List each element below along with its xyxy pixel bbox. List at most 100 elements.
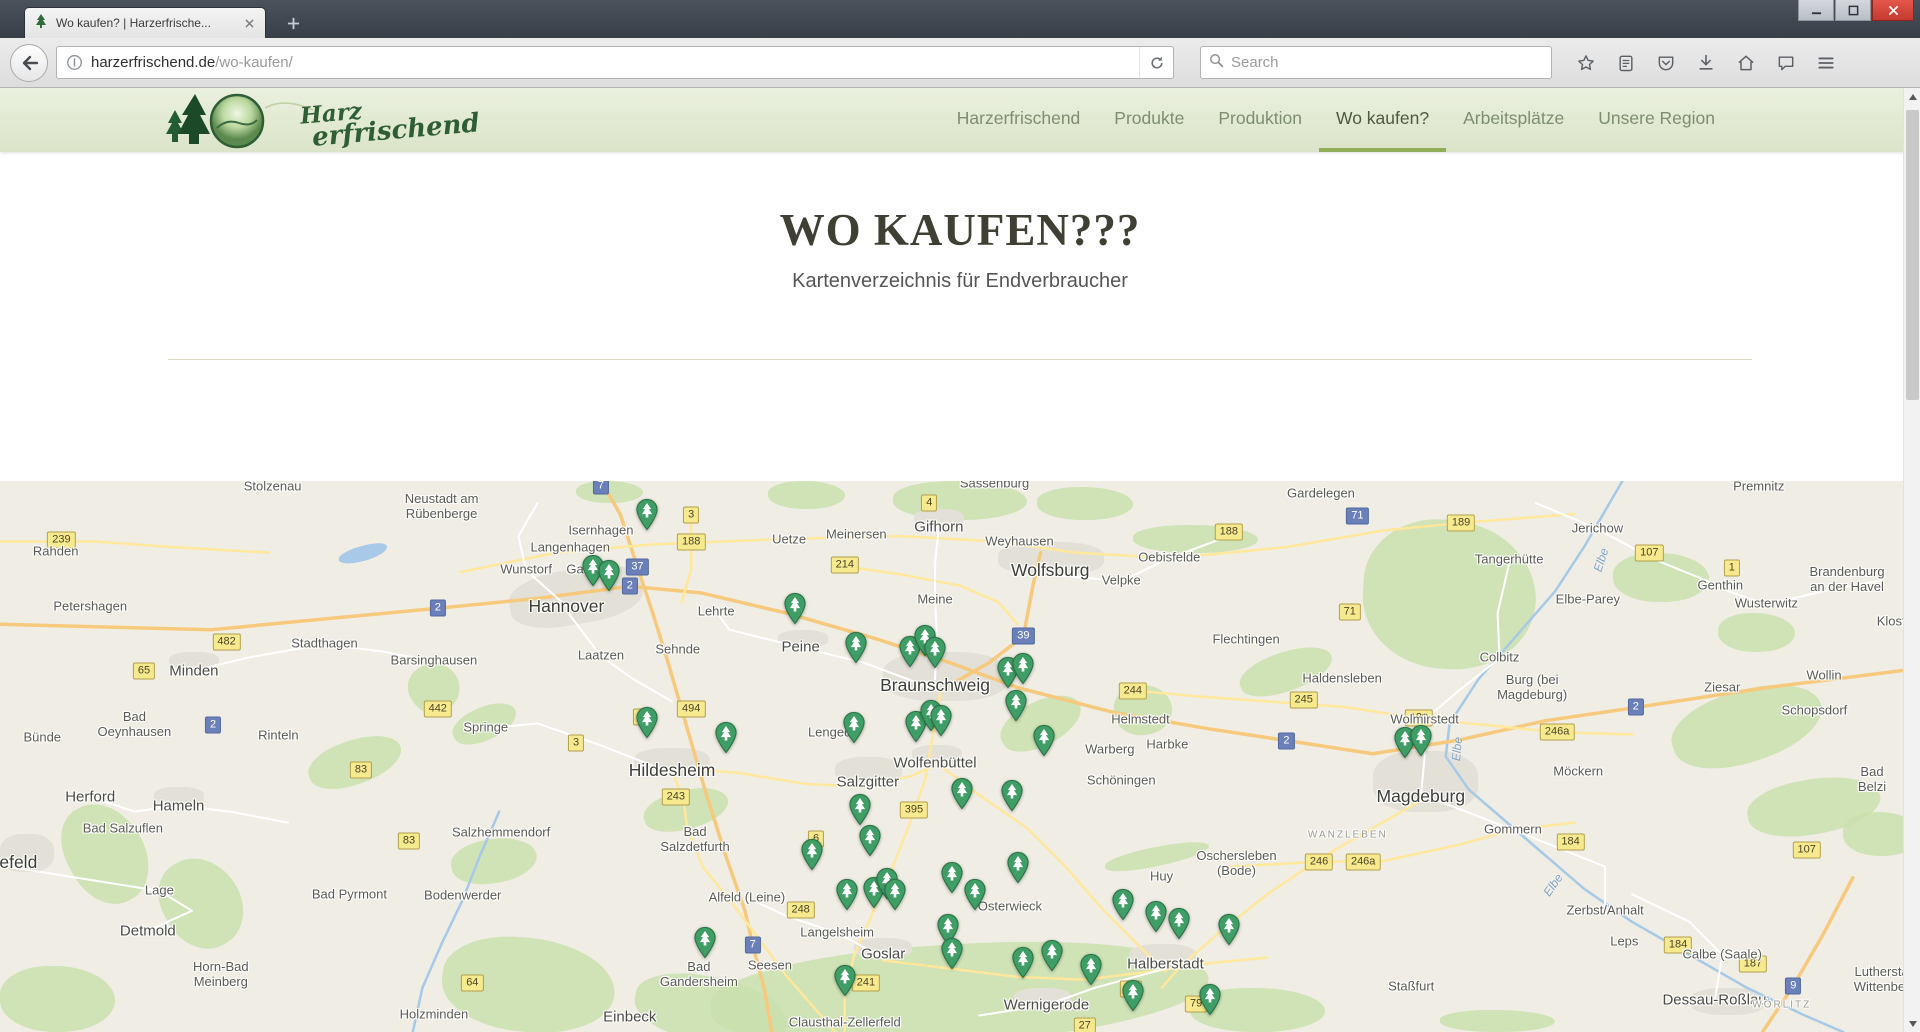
map-marker-pin[interactable] (1033, 724, 1056, 761)
road-badge: 39 (1012, 628, 1034, 645)
map-marker-pin[interactable] (597, 560, 620, 597)
map-marker-pin[interactable] (636, 499, 659, 536)
map-marker-pin[interactable] (835, 878, 858, 915)
scrollbar-up-icon[interactable] (1904, 88, 1920, 105)
road-badge: 244 (1119, 683, 1147, 700)
url-bar[interactable]: harzerfrischend.de/wo-kaufen/ (56, 46, 1174, 79)
search-bar[interactable]: Search (1200, 46, 1552, 79)
search-placeholder: Search (1231, 54, 1279, 71)
map-marker-pin[interactable] (1079, 953, 1102, 990)
map-city-label: Oebisfelde (1138, 551, 1200, 566)
map-marker-pin[interactable] (1000, 779, 1023, 816)
map-city-label: Calbe (Saale) (1682, 947, 1762, 962)
map-marker-pin[interactable] (1112, 888, 1135, 925)
window-minimize-button[interactable] (1798, 0, 1834, 21)
map-marker-pin[interactable] (1012, 947, 1035, 984)
map-marker-pin[interactable] (858, 824, 881, 861)
bookmarks-menu-icon[interactable] (1606, 44, 1646, 82)
browser-tab[interactable]: Wo kaufen? | Harzerfrische... (24, 7, 266, 38)
home-icon[interactable] (1726, 44, 1766, 82)
map-marker-pin[interactable] (1144, 900, 1167, 937)
map-city-label: Flechtingen (1212, 633, 1279, 648)
map-marker-pin[interactable] (636, 707, 659, 744)
nav-item-unsere-region[interactable]: Unsere Region (1581, 88, 1732, 152)
toolbar-icons (1566, 44, 1846, 82)
map-city-label: Detmold (120, 922, 176, 939)
nav-item-wo-kaufen[interactable]: Wo kaufen? (1319, 88, 1446, 152)
tab-close-icon[interactable] (241, 15, 257, 31)
map-city-label: Minden (169, 662, 218, 679)
nav-item-produktion[interactable]: Produktion (1201, 88, 1319, 152)
map-marker-pin[interactable] (929, 704, 952, 741)
map-marker-pin[interactable] (941, 937, 964, 974)
window-close-button[interactable] (1872, 0, 1914, 21)
chat-bubble-icon[interactable] (1766, 44, 1806, 82)
map-marker-pin[interactable] (950, 778, 973, 815)
map-city-label: Bodenwerder (424, 888, 501, 903)
map-marker-pin[interactable] (883, 878, 906, 915)
pocket-icon[interactable] (1646, 44, 1686, 82)
map-city-label: Warberg (1085, 743, 1134, 758)
map-marker-pin[interactable] (693, 926, 716, 963)
menu-hamburger-icon[interactable] (1806, 44, 1846, 82)
new-tab-button[interactable] (276, 10, 310, 36)
nav-item-harzerfrischend[interactable]: Harzerfrischend (940, 88, 1098, 152)
map-river-label: Elbe (1449, 737, 1465, 762)
download-icon[interactable] (1686, 44, 1726, 82)
map-marker-pin[interactable] (1198, 983, 1221, 1020)
map-marker-pin[interactable] (1012, 653, 1035, 690)
map-city-label: Einbeck (603, 1008, 656, 1025)
map-city-label: Alfeld (Leine) (709, 890, 786, 905)
map-city-label: Leps (1610, 934, 1638, 949)
map-city-label: Uetze (772, 532, 806, 547)
reload-button[interactable] (1139, 47, 1173, 78)
map-city-label: Rinteln (258, 728, 298, 743)
map-marker-pin[interactable] (924, 637, 947, 674)
map-marker-pin[interactable] (783, 593, 806, 630)
hero-section: WO KAUFEN??? Kartenverzeichnis für Endve… (0, 152, 1920, 481)
map-marker-pin[interactable] (833, 964, 856, 1001)
scrollbar-thumb[interactable] (1906, 110, 1919, 400)
map-marker-pin[interactable] (801, 838, 824, 875)
map-marker-pin[interactable] (1121, 980, 1144, 1017)
map-city-label: Springe (463, 721, 508, 736)
map-city-label: Gifhorn (914, 519, 963, 536)
map-marker-pin[interactable] (1217, 913, 1240, 950)
window-maximize-button[interactable] (1835, 0, 1871, 21)
nav-item-arbeitsplaetze[interactable]: Arbeitsplätze (1446, 88, 1581, 152)
url-domain: harzerfrischend.de (91, 54, 215, 71)
road-badge: 2 (430, 600, 446, 617)
map-marker-pin[interactable] (1006, 851, 1029, 888)
map-marker-pin[interactable] (964, 878, 987, 915)
map-city-label: Salzgitter (837, 774, 900, 791)
map-marker-pin[interactable] (714, 722, 737, 759)
back-button[interactable] (10, 44, 48, 82)
road-badge: 83 (398, 832, 420, 849)
map-city-label: Jerichow (1572, 521, 1623, 536)
road-badge: 248 (786, 901, 814, 918)
map-marker-pin[interactable] (1409, 724, 1432, 761)
map-city-label: Ziesar (1704, 681, 1740, 696)
map-marker-pin[interactable] (1041, 939, 1064, 976)
map-city-label: Zerbst/Anhalt (1566, 903, 1643, 918)
site-favicon-icon (33, 13, 49, 34)
map-marker-pin[interactable] (941, 861, 964, 898)
map-city-label: Bad Salzdetfurth (660, 825, 729, 855)
map-city-label: Möckern (1553, 765, 1603, 780)
map-city-label: Salzhemmendorf (452, 825, 550, 840)
map-marker-pin[interactable] (1004, 690, 1027, 727)
map-canvas[interactable]: ElbeElbeElbe2394826544283836431882144188… (0, 481, 1920, 1032)
map-city-label: Neustadt am Rübenberge (405, 493, 479, 523)
bookmark-star-icon[interactable] (1566, 44, 1606, 82)
page-scrollbar[interactable] (1903, 88, 1920, 1032)
site-logo[interactable]: Harz erfrischend (165, 90, 479, 152)
map-marker-pin[interactable] (843, 712, 866, 749)
scrollbar-down-icon[interactable] (1904, 1015, 1920, 1032)
map-city-label: Lage (145, 883, 174, 898)
map-city-label: Luthersta Wittenber (1854, 965, 1910, 995)
page-info-icon[interactable] (57, 54, 91, 71)
nav-item-produkte[interactable]: Produkte (1097, 88, 1201, 152)
road-badge: 189 (1447, 514, 1475, 531)
map-marker-pin[interactable] (845, 632, 868, 669)
map-marker-pin[interactable] (1167, 907, 1190, 944)
